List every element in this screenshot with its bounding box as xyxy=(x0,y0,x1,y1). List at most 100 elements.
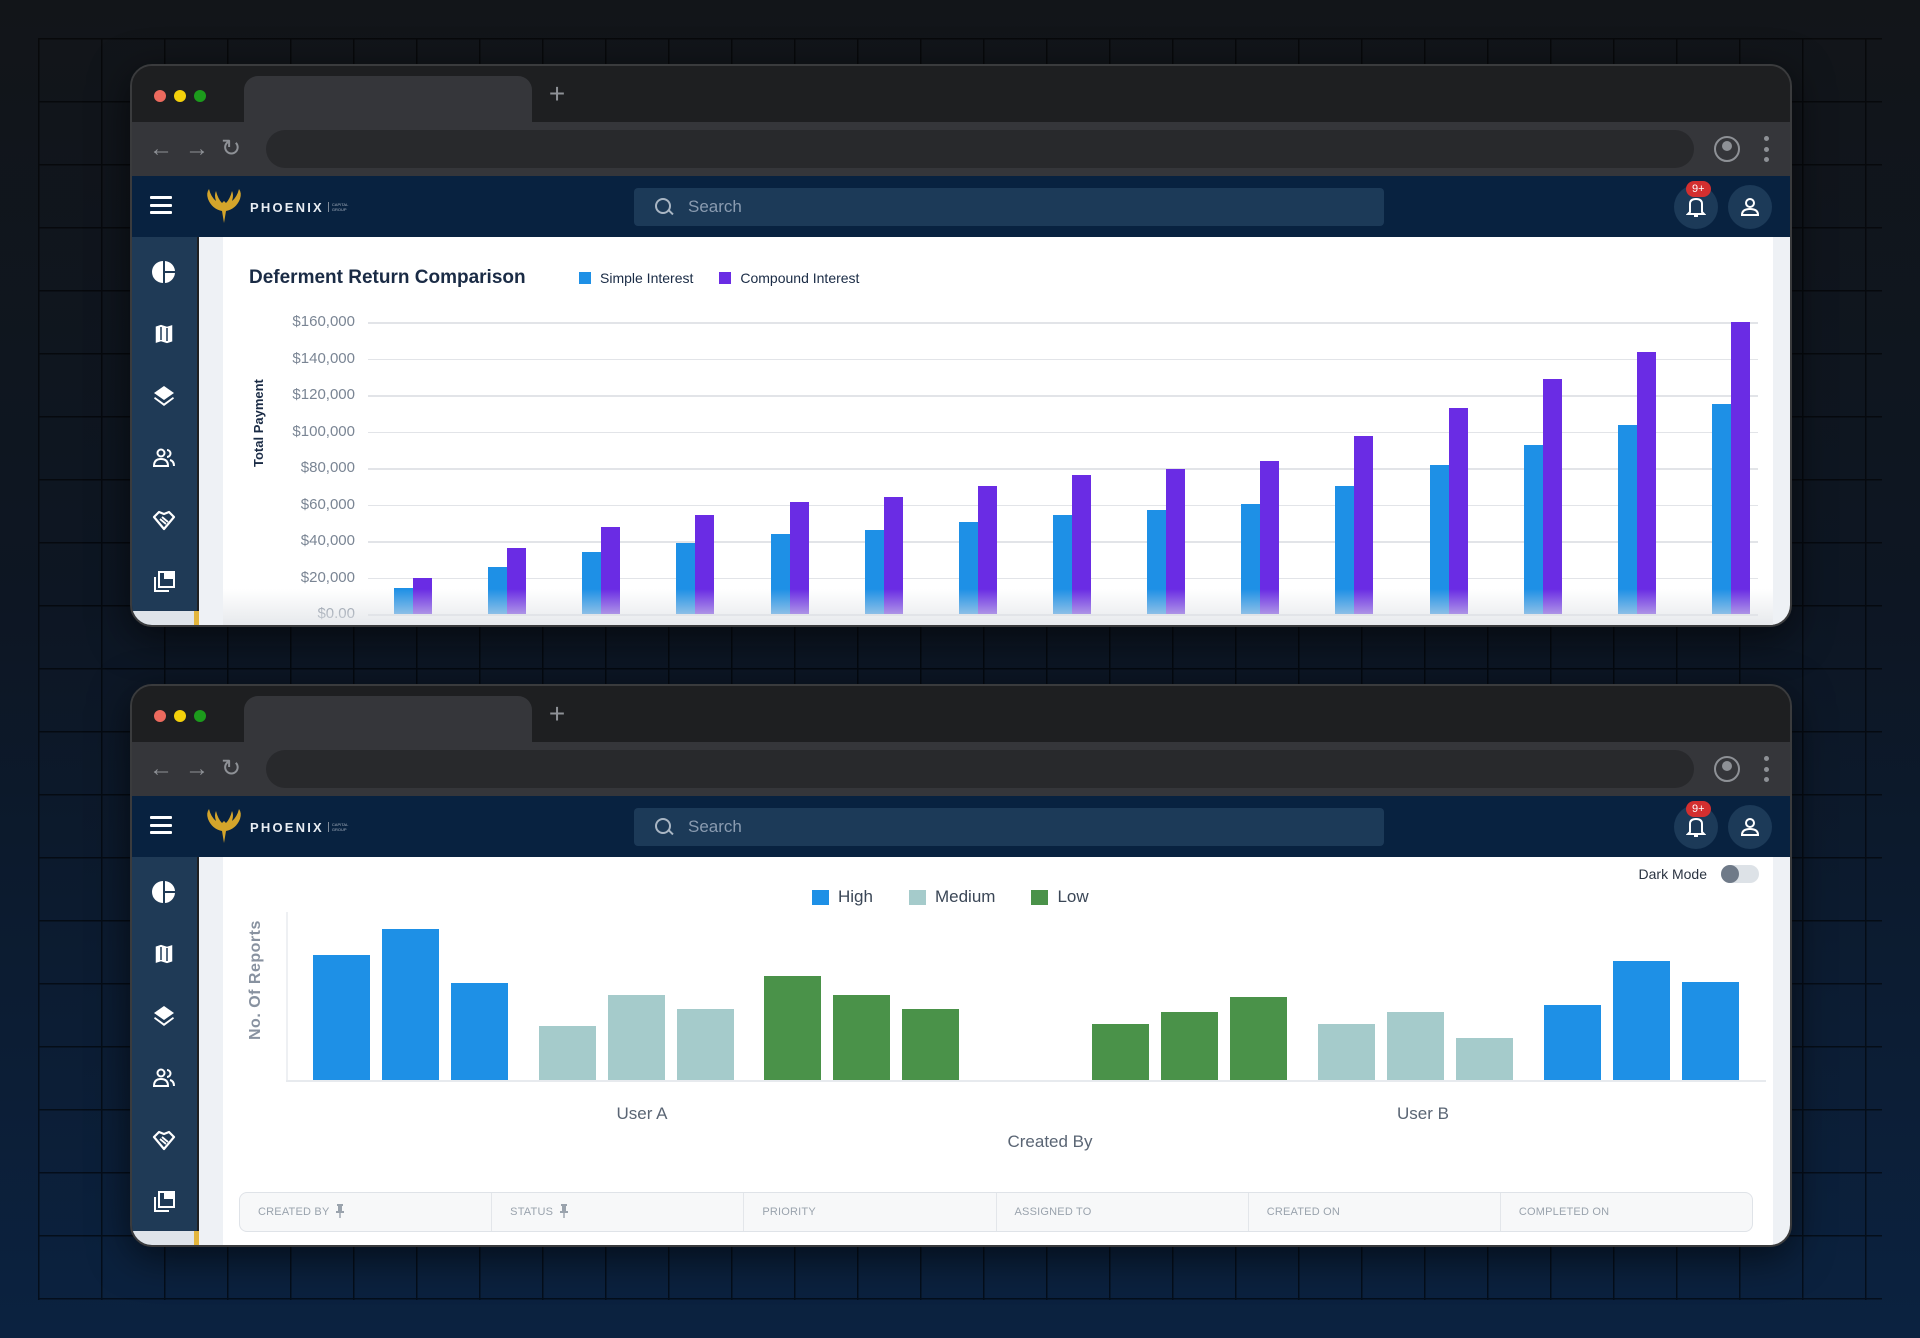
sidebar-item-layers[interactable] xyxy=(149,1003,179,1033)
bar-compound-interest[interactable] xyxy=(507,548,527,614)
sidebar-item-users[interactable] xyxy=(149,1065,179,1095)
sidebar-item-users[interactable] xyxy=(149,445,179,475)
bar-compound-interest[interactable] xyxy=(1260,460,1280,614)
phoenix-logo[interactable]: PHOENIX CAPITAL GROUP xyxy=(202,806,356,848)
column-header-assigned-to[interactable]: ASSIGNED TO xyxy=(997,1193,1249,1231)
back-arrow-icon[interactable]: ← xyxy=(146,754,176,784)
close-window-button[interactable] xyxy=(154,90,166,102)
browser-menu-icon[interactable] xyxy=(1764,136,1770,162)
sidebar-item-pie-chart[interactable] xyxy=(149,879,179,909)
bar-simple-interest[interactable] xyxy=(958,521,978,614)
new-tab-button[interactable]: + xyxy=(542,76,572,112)
sidebar-item-pie-chart[interactable] xyxy=(149,259,179,289)
legend-simple-interest[interactable]: Simple Interest xyxy=(579,270,693,286)
bar-low-user-a[interactable] xyxy=(764,975,821,1080)
bar-low-user-b[interactable] xyxy=(1230,996,1287,1080)
column-header-priority[interactable]: PRIORITY xyxy=(744,1193,997,1231)
browser-menu-icon[interactable] xyxy=(1764,756,1770,782)
dark-mode-toggle[interactable] xyxy=(1721,865,1759,883)
bar-medium-user-b[interactable] xyxy=(1318,1024,1375,1080)
search-input[interactable] xyxy=(688,817,1288,837)
bar-compound-interest[interactable] xyxy=(789,501,809,614)
forward-arrow-icon[interactable]: → xyxy=(182,134,212,164)
sidebar-item-documents[interactable] xyxy=(149,569,179,599)
bar-simple-interest[interactable] xyxy=(1712,404,1731,614)
bar-medium-user-a[interactable] xyxy=(608,995,665,1080)
browser-profile-icon[interactable] xyxy=(1714,756,1740,782)
sidebar-item-documents[interactable] xyxy=(149,1189,179,1219)
bar-simple-interest[interactable] xyxy=(394,587,413,614)
bar-compound-interest[interactable] xyxy=(1166,468,1186,614)
bar-compound-interest[interactable] xyxy=(1448,407,1468,614)
reload-icon[interactable]: ↻ xyxy=(216,134,246,164)
new-tab-button[interactable]: + xyxy=(542,696,572,732)
column-header-created-by[interactable]: CREATED BY xyxy=(240,1193,493,1231)
bar-simple-interest[interactable] xyxy=(676,542,696,614)
bar-low-user-b[interactable] xyxy=(1161,1012,1218,1080)
pin-icon[interactable] xyxy=(335,1203,345,1221)
legend-medium[interactable]: Medium xyxy=(908,887,995,907)
forward-arrow-icon[interactable]: → xyxy=(182,754,212,784)
maximize-window-button[interactable] xyxy=(194,710,206,722)
legend-low[interactable]: Low xyxy=(1031,887,1089,907)
bar-high-user-b[interactable] xyxy=(1682,981,1739,1080)
bar-simple-interest[interactable] xyxy=(864,530,884,614)
url-field[interactable] xyxy=(266,750,1694,788)
bar-compound-interest[interactable] xyxy=(977,486,997,614)
phoenix-logo[interactable]: PHOENIX CAPITAL GROUP xyxy=(202,186,356,228)
bar-simple-interest[interactable] xyxy=(1053,514,1072,614)
sidebar-item-handshake[interactable] xyxy=(149,1127,179,1157)
bar-compound-interest[interactable] xyxy=(695,515,715,614)
user-profile-button[interactable] xyxy=(1728,185,1772,229)
bar-simple-interest[interactable] xyxy=(1523,445,1543,614)
sidebar-item-layers[interactable] xyxy=(149,383,179,413)
bar-compound-interest[interactable] xyxy=(1636,352,1656,614)
bar-simple-interest[interactable] xyxy=(1617,425,1637,614)
bar-medium-user-a[interactable] xyxy=(677,1009,734,1080)
browser-tab[interactable] xyxy=(244,696,532,744)
bar-low-user-a[interactable] xyxy=(902,1009,959,1080)
close-window-button[interactable] xyxy=(154,710,166,722)
column-header-completed-on[interactable]: COMPLETED ON xyxy=(1501,1193,1752,1231)
bar-medium-user-b[interactable] xyxy=(1456,1037,1513,1080)
column-header-status[interactable]: STATUS xyxy=(492,1193,745,1231)
bar-high-user-a[interactable] xyxy=(451,983,508,1080)
bar-medium-user-a[interactable] xyxy=(539,1025,596,1080)
bar-compound-interest[interactable] xyxy=(1354,436,1374,614)
hamburger-menu-icon[interactable] xyxy=(150,816,172,834)
bar-simple-interest[interactable] xyxy=(488,566,508,614)
bar-compound-interest[interactable] xyxy=(883,497,903,614)
bar-low-user-b[interactable] xyxy=(1092,1024,1149,1080)
minimize-window-button[interactable] xyxy=(174,90,186,102)
bar-high-user-b[interactable] xyxy=(1613,960,1670,1080)
bar-medium-user-b[interactable] xyxy=(1387,1012,1444,1080)
bar-simple-interest[interactable] xyxy=(1147,509,1167,614)
bar-compound-interest[interactable] xyxy=(1542,379,1562,614)
bar-low-user-a[interactable] xyxy=(833,995,890,1080)
search-bar[interactable] xyxy=(634,808,1384,846)
bar-compound-interest[interactable] xyxy=(1731,322,1750,614)
pin-icon[interactable] xyxy=(559,1203,569,1221)
column-header-created-on[interactable]: CREATED ON xyxy=(1249,1193,1501,1231)
bar-simple-interest[interactable] xyxy=(1241,503,1261,614)
reload-icon[interactable]: ↻ xyxy=(216,754,246,784)
browser-profile-icon[interactable] xyxy=(1714,136,1740,162)
maximize-window-button[interactable] xyxy=(194,90,206,102)
notifications-button[interactable]: 9+ xyxy=(1674,801,1718,849)
bar-compound-interest[interactable] xyxy=(601,527,621,614)
user-profile-button[interactable] xyxy=(1728,805,1772,849)
bar-compound-interest[interactable] xyxy=(1072,475,1091,614)
url-field[interactable] xyxy=(266,130,1694,168)
bar-simple-interest[interactable] xyxy=(582,551,602,614)
bar-high-user-a[interactable] xyxy=(313,954,370,1080)
bar-compound-interest[interactable] xyxy=(413,577,432,614)
sidebar-item-handshake[interactable] xyxy=(149,507,179,537)
legend-high[interactable]: High xyxy=(812,887,873,907)
sidebar-item-map[interactable] xyxy=(149,321,179,351)
notifications-button[interactable]: 9+ xyxy=(1674,181,1718,229)
bar-high-user-b[interactable] xyxy=(1544,1004,1601,1080)
bar-high-user-a[interactable] xyxy=(382,929,439,1080)
hamburger-menu-icon[interactable] xyxy=(150,196,172,214)
sidebar-item-map[interactable] xyxy=(149,941,179,971)
browser-tab[interactable] xyxy=(244,76,532,124)
